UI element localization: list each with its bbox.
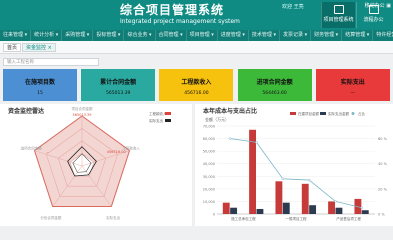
kpi-card-2[interactable]: 工程款收入 456716.00 [159,69,234,101]
radar-value-label: 456716.00 [107,150,126,154]
kpi-card-1[interactable]: 累计合同金额 565013.39 [81,69,156,101]
y-tick-label: 30,000 [203,175,215,179]
y-tick-label: 10,000 [203,200,215,204]
ratio-point [255,141,258,144]
kpi-label: 在施项目数 [24,79,55,86]
radar-legend-label: 工程款收入 [149,111,167,116]
kpi-value: 15 [37,91,43,96]
x-tick-label: 产品售后项工程 [336,216,361,221]
radar-chart: 项目合同金额工程款收入实际支出分包合同金额进项合同金额565013.394567… [21,106,171,220]
kpi-label: 累计合同金额 [100,79,137,86]
legend-swatch [351,112,355,115]
ratio-point [228,137,232,140]
bar [222,202,230,214]
menu-item-4[interactable]: 综合业务 ▾ [124,30,156,41]
radar-value-label: 565013.39 [73,113,92,117]
bar [282,202,290,214]
tab-home[interactable]: 首页 [3,43,22,52]
brand: 综合项目管理系统 Integrated project management s… [120,3,240,26]
kpi-value: 456716.00 [184,91,209,96]
menu-item-5[interactable]: 合同管理 ▾ [156,30,187,41]
menu-item-3[interactable]: 投标管理 ▾ [93,30,125,41]
ratio-point [307,178,311,182]
bar [335,207,343,214]
y-tick-label: 50,000 [203,150,215,154]
menu-item-1[interactable]: 统计分析 ▾ [31,30,63,41]
radar-legend-swatch [165,119,171,122]
radar-axis-label: 分包合同金额 [40,215,61,220]
y2-tick-label: 40 % [378,162,388,166]
y2-tick-label: 60 % [378,137,388,141]
project-search-input[interactable]: 输入工程名称 [3,58,99,66]
bar [256,208,264,214]
y2-tick-label: 0 % [378,213,385,217]
kpi-card-0[interactable]: 在施项目数 15 [3,69,77,101]
menu-item-9[interactable]: 发票记录 ▾ [280,30,312,41]
y-axis-label: 金额（万元） [205,116,229,122]
x-tick-label: 施工总承包工程 [231,216,256,221]
top-bar: 综合项目管理系统 Integrated project management s… [0,0,393,30]
tab-fund-monitor[interactable]: 资金监控 × [22,43,56,52]
kpi-label: 实际支出 [340,79,365,86]
main-menu: 往来管理 ▾ 统计分析 ▾ 采购管理 ▾ 投标管理 ▾ 综合业务 ▾ 合同管理 ▾ 项目管理… [0,30,393,41]
app-subtitle: Integrated project management system [120,18,240,25]
radar-axis-label: 项目合同金额 [72,106,93,111]
legend-label: 占比 [358,111,366,116]
kpi-value: 565013.39 [106,91,131,96]
legend-label: 在建项目金额 [298,111,319,116]
menu-item-7[interactable]: 进度管理 ▾ [218,30,249,41]
radar-axis-label: 实际支出 [106,215,120,220]
y-tick-label: 20,000 [203,187,215,191]
mobile-office-link[interactable]: 移动办公 ▣ [365,2,391,9]
kpi-value: 564463.60 [262,91,287,96]
menu-item-6[interactable]: 项目管理 ▾ [187,30,218,41]
x-tick-label: 一般项目工程 [286,216,307,221]
bar [309,205,317,214]
bar [275,181,283,214]
menu-item-11[interactable]: 结算管理 ▾ [342,30,374,41]
bar [230,207,238,214]
bar [301,183,309,214]
ratio-point [334,200,337,203]
radar-value-label: ... [46,150,49,154]
cost-chart-panel: 本年成本与支出占比 金额（万元） 0 0 % 10,000 20,000 20 % 30,0… [195,104,393,226]
legend-label: 实际支出金额 [328,111,349,116]
cost-bar-chart: 金额（万元） 0 0 % 10,000 20,000 20 % 30,000 40,000 40… [203,111,388,221]
radar-legend-label: 实际支出 [149,118,163,123]
bar [361,210,369,214]
app-title: 综合项目管理系统 [120,3,225,17]
kpi-label: 工程款收入 [181,79,212,86]
kpi-card-3[interactable]: 进项合同金额 564463.60 [237,69,312,101]
ratio-point [360,206,364,209]
workbench-button[interactable]: 项目管理系统 [321,2,355,28]
y-tick-label: 70,000 [203,125,215,129]
kpi-row: 在施项目数 15 累计合同金额 565013.39 工程款收入 456716.00 进项合同… [3,69,390,101]
y2-tick-label: 20 % [378,187,388,191]
radar-panel: 资金监控雷达 项目合同金额 工程款收入 实际支出 分包合同金额 进项合同金额 565013… [0,104,192,226]
tab-bar: 首页 资金监控 × [0,41,393,54]
welcome-text: 欢迎 王亮 [282,4,304,10]
y-tick-label: 0 [213,213,215,217]
kpi-card-4[interactable]: 实际支出 — [315,69,390,101]
radar-axis-label: 进项合同金额 [21,146,42,151]
monitor-icon [333,5,344,14]
legend-swatch [290,112,296,115]
menu-item-2[interactable]: 采购管理 ▾ [62,30,94,41]
menu-item-10[interactable]: 财务管理 ▾ [311,30,343,41]
menu-item-0[interactable]: 往来管理 ▾ [0,30,32,41]
legend-swatch [320,112,326,115]
menu-item-8[interactable]: 技术管理 ▾ [249,30,280,41]
menu-item-12[interactable]: 特许经营 ▾ [373,30,393,41]
kpi-value: — [350,91,356,96]
kpi-label: 进项合同金额 [256,79,293,86]
y-tick-label: 60,000 [203,137,215,141]
bar [328,201,335,214]
ratio-point [281,177,285,181]
y-tick-label: 40,000 [203,162,215,166]
